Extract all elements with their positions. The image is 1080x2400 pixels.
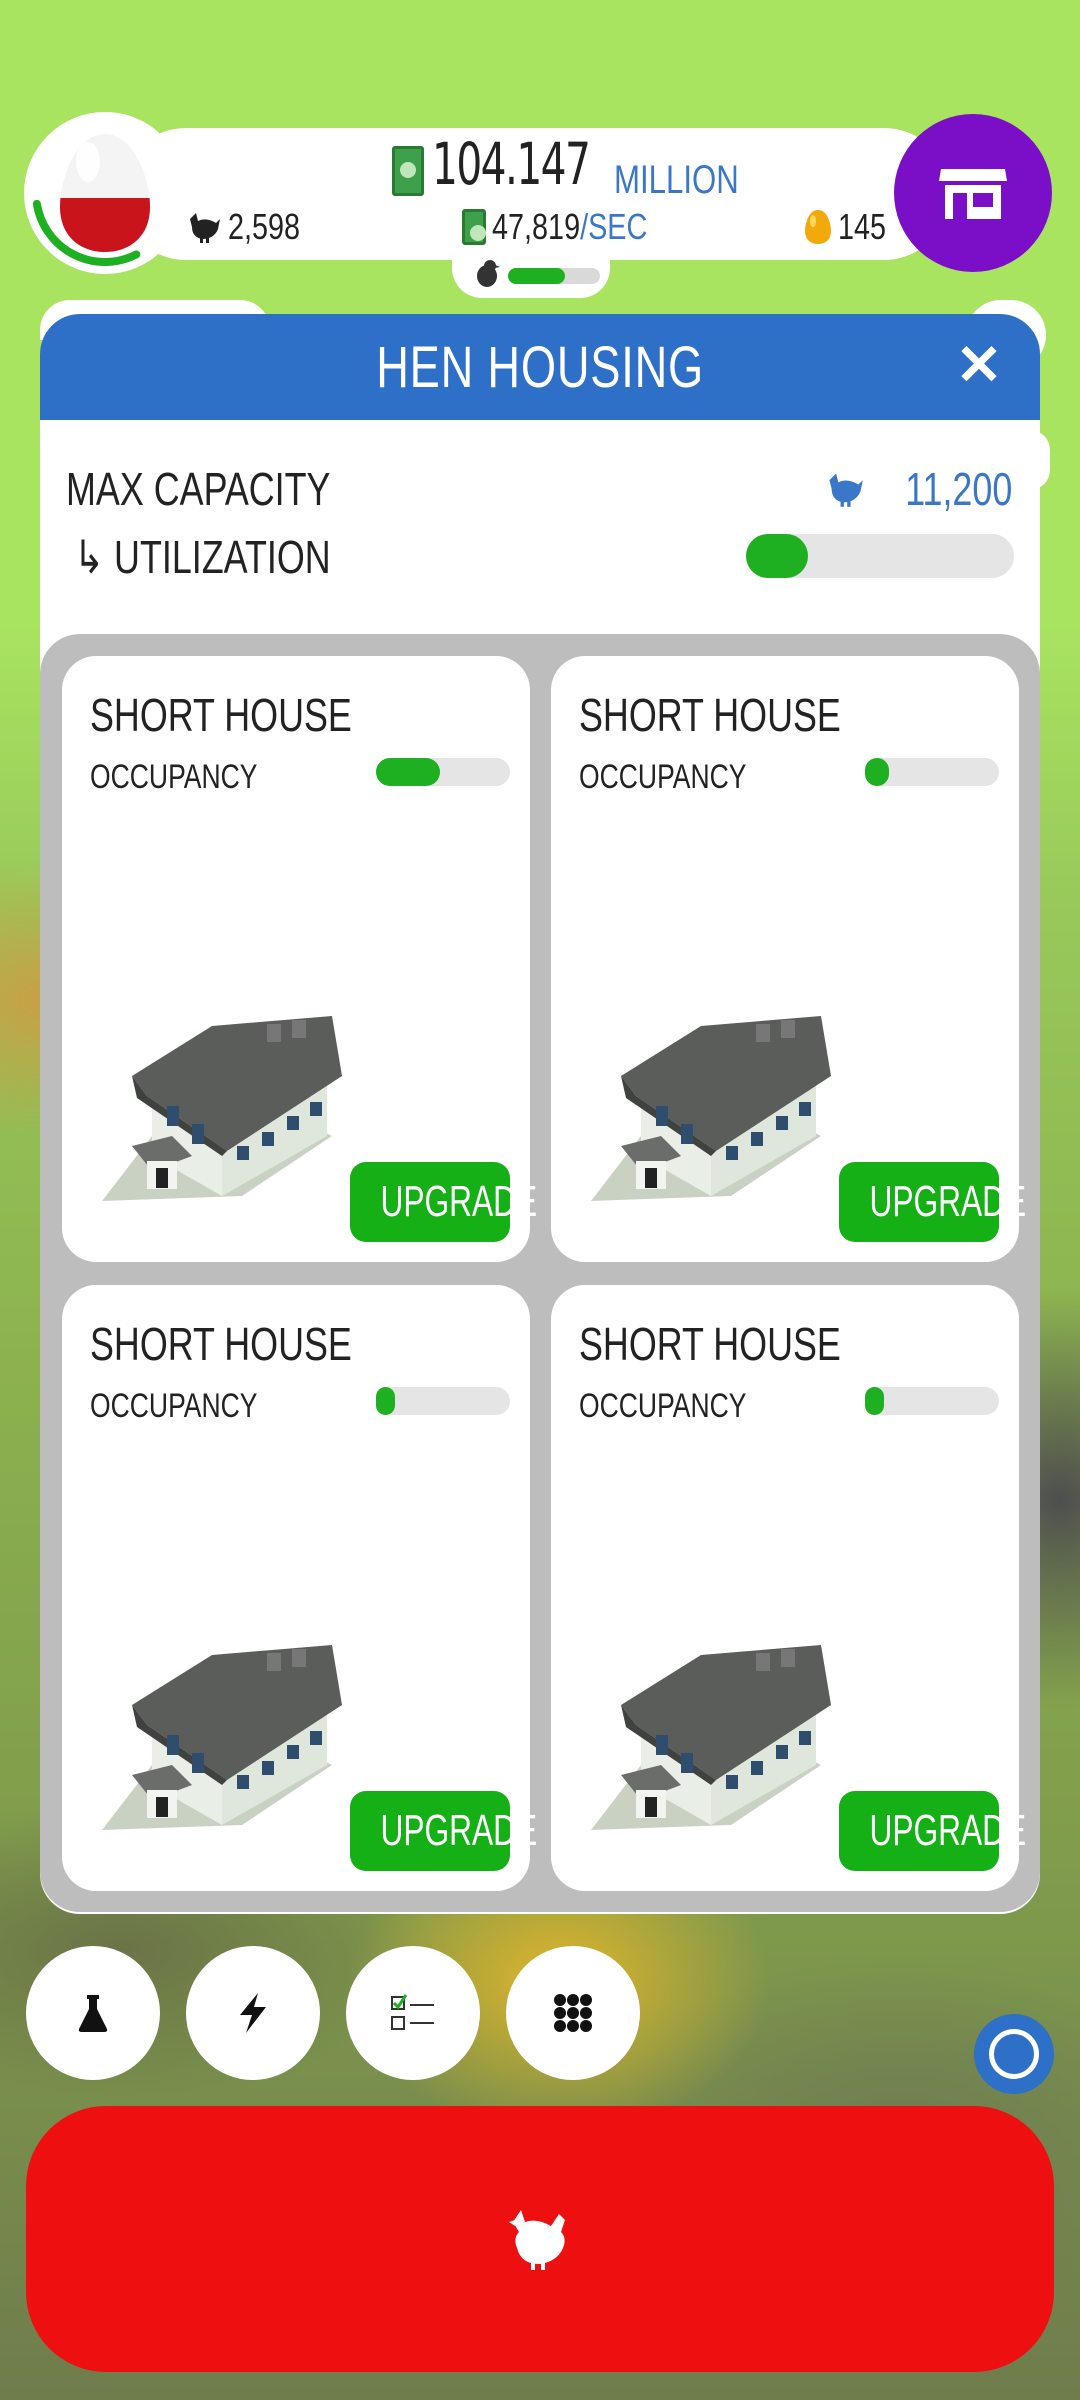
help-button[interactable] — [974, 2014, 1054, 2094]
red-egg-icon — [60, 134, 150, 252]
money-unit: MILLION — [614, 158, 739, 202]
checklist-icon — [391, 1994, 434, 2030]
golden-egg-icon — [805, 210, 831, 244]
hatch-progress-fill — [508, 268, 566, 284]
occupancy-bar — [376, 758, 510, 786]
earning-rate-unit: /SEC — [580, 206, 648, 247]
menu-button[interactable] — [506, 1946, 640, 2080]
max-capacity-value: 11,200 — [904, 463, 1012, 515]
lightning-icon — [240, 1993, 266, 2033]
hen-icon — [190, 213, 220, 243]
occupancy-bar — [376, 1387, 510, 1415]
max-capacity: 11,200 — [825, 462, 1012, 516]
occupancy-fill — [865, 1387, 884, 1415]
money-display: 104.147 MILLION — [392, 130, 739, 206]
missions-button[interactable] — [346, 1946, 480, 2080]
boost-button[interactable] — [186, 1946, 320, 2080]
house-name: SHORT HOUSE — [90, 689, 352, 741]
house-name: SHORT HOUSE — [579, 689, 841, 741]
hatch-progress-tab — [452, 250, 610, 298]
golden-egg-value: 145 — [838, 206, 887, 247]
occupancy-fill — [376, 1387, 395, 1415]
hen-count-value: 2,598 — [228, 206, 301, 247]
occupancy-fill — [865, 758, 890, 786]
chicken-icon — [509, 2210, 565, 2270]
upgrade-button[interactable]: UPGRADE — [839, 1162, 1026, 1242]
grid-menu-icon — [554, 1994, 592, 2032]
shop-icon — [939, 169, 1007, 219]
hen-icon-blue — [829, 473, 863, 507]
house-card: SHORT HOUSE OCCUPANCY UPGRADE — [62, 1285, 537, 1891]
upgrade-button[interactable]: UPGRADE — [350, 1162, 537, 1242]
hatch-chicken-button[interactable] — [26, 2106, 1054, 2372]
cash-icon — [392, 146, 424, 196]
cash-icon-small — [462, 209, 486, 245]
max-capacity-label: MAX CAPACITY — [66, 463, 331, 515]
utilization-fill — [746, 534, 808, 578]
shop-button[interactable] — [894, 114, 1052, 272]
short-house-image — [102, 1016, 342, 1201]
occupancy-fill — [376, 758, 441, 786]
short-house-image — [591, 1645, 831, 1830]
hatch-progress-bar — [508, 268, 600, 284]
research-button[interactable] — [26, 1946, 160, 2080]
house-card: SHORT HOUSE OCCUPANCY UPGRADE — [551, 656, 1026, 1262]
occupancy-label: OCCUPANCY — [579, 1387, 747, 1425]
panel-header: HEN HOUSING ✕ — [40, 314, 1040, 420]
occupancy-label: OCCUPANCY — [90, 758, 258, 796]
short-house-image — [102, 1645, 342, 1830]
help-icon — [989, 2029, 1039, 2079]
house-card: SHORT HOUSE OCCUPANCY UPGRADE — [551, 1285, 1026, 1891]
flask-icon — [78, 1995, 108, 2032]
house-name: SHORT HOUSE — [90, 1318, 352, 1370]
close-button[interactable]: ✕ — [948, 334, 1010, 396]
upgrade-button[interactable]: UPGRADE — [839, 1791, 1026, 1871]
golden-egg-count: 145 — [804, 206, 898, 248]
house-name: SHORT HOUSE — [579, 1318, 841, 1370]
occupancy-label: OCCUPANCY — [579, 758, 747, 796]
money-value: 104.147 — [432, 130, 591, 198]
occupancy-bar — [865, 1387, 999, 1415]
chick-icon — [477, 260, 500, 287]
earning-rate: 47,819/SEC — [462, 206, 686, 248]
earning-rate-value: 47,819 — [492, 206, 581, 247]
upgrade-button[interactable]: UPGRADE — [350, 1791, 537, 1871]
house-card: SHORT HOUSE OCCUPANCY UPGRADE — [62, 656, 537, 1262]
occupancy-bar — [865, 758, 999, 786]
utilization-bar — [746, 534, 1014, 578]
utilization-label: ↳ UTILIZATION — [74, 531, 331, 583]
short-house-image — [591, 1016, 831, 1201]
occupancy-label: OCCUPANCY — [90, 1387, 258, 1425]
panel-title: HEN HOUSING — [376, 335, 704, 400]
hen-count: 2,598 — [186, 206, 318, 248]
